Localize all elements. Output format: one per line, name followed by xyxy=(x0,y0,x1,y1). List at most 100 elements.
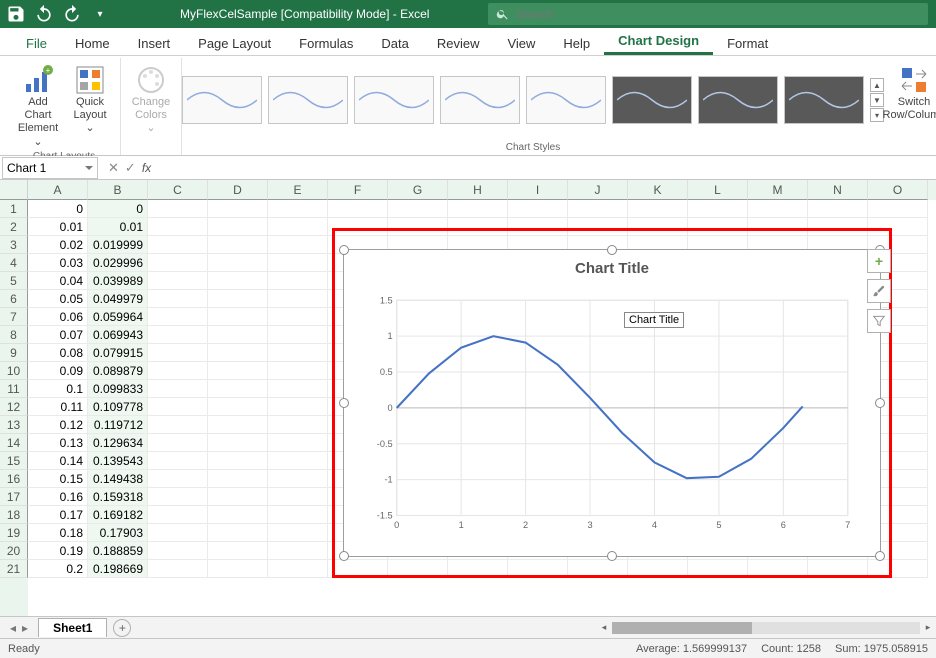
column-header-n[interactable]: N xyxy=(808,180,868,200)
column-header-f[interactable]: F xyxy=(328,180,388,200)
name-box[interactable]: Chart 1 xyxy=(2,157,98,179)
row-header-5[interactable]: 5 xyxy=(0,272,28,290)
cell-b12[interactable]: 0.109778 xyxy=(88,398,148,416)
tab-page-layout[interactable]: Page Layout xyxy=(184,30,285,55)
row-header-6[interactable]: 6 xyxy=(0,290,28,308)
cell-b6[interactable]: 0.049979 xyxy=(88,290,148,308)
row-header-2[interactable]: 2 xyxy=(0,218,28,236)
chart-style-2[interactable] xyxy=(268,76,348,124)
column-header-m[interactable]: M xyxy=(748,180,808,200)
chart-plot[interactable]: 1.510.50-0.5-1-1.501234567 xyxy=(364,290,860,536)
column-header-d[interactable]: D xyxy=(208,180,268,200)
cell-b10[interactable]: 0.089879 xyxy=(88,362,148,380)
sheet-tab-1[interactable]: Sheet1 xyxy=(38,618,107,637)
column-header-k[interactable]: K xyxy=(628,180,688,200)
tab-format[interactable]: Format xyxy=(713,30,782,55)
tab-chart-design[interactable]: Chart Design xyxy=(604,27,713,55)
chart-elements-icon[interactable]: + xyxy=(867,249,891,273)
tab-insert[interactable]: Insert xyxy=(124,30,185,55)
column-header-c[interactable]: C xyxy=(148,180,208,200)
cell-a3[interactable]: 0.02 xyxy=(28,236,88,254)
tab-help[interactable]: Help xyxy=(549,30,604,55)
search-box[interactable] xyxy=(488,3,928,25)
cell-a13[interactable]: 0.12 xyxy=(28,416,88,434)
sheet-nav-prev[interactable]: ◂ xyxy=(10,621,16,635)
cell-a12[interactable]: 0.11 xyxy=(28,398,88,416)
chart-style-8[interactable] xyxy=(784,76,864,124)
row-header-3[interactable]: 3 xyxy=(0,236,28,254)
cell-b1[interactable]: 0 xyxy=(88,200,148,218)
cell-b5[interactable]: 0.039989 xyxy=(88,272,148,290)
row-header-13[interactable]: 13 xyxy=(0,416,28,434)
cell-a9[interactable]: 0.08 xyxy=(28,344,88,362)
search-input[interactable] xyxy=(515,7,920,21)
cell-a11[interactable]: 0.1 xyxy=(28,380,88,398)
cell-a20[interactable]: 0.19 xyxy=(28,542,88,560)
cell-b13[interactable]: 0.119712 xyxy=(88,416,148,434)
tab-home[interactable]: Home xyxy=(61,30,124,55)
cell-b7[interactable]: 0.059964 xyxy=(88,308,148,326)
chart-style-7[interactable] xyxy=(698,76,778,124)
column-header-a[interactable]: A xyxy=(28,180,88,200)
cell-a18[interactable]: 0.17 xyxy=(28,506,88,524)
cell-b20[interactable]: 0.188859 xyxy=(88,542,148,560)
change-colors-button[interactable]: Change Colors ⌄ xyxy=(127,62,175,138)
row-header-7[interactable]: 7 xyxy=(0,308,28,326)
row-header-9[interactable]: 9 xyxy=(0,344,28,362)
cell-a8[interactable]: 0.07 xyxy=(28,326,88,344)
qat-dropdown-icon[interactable]: ▾ xyxy=(90,4,110,24)
chart-filters-icon[interactable] xyxy=(867,309,891,333)
row-header-18[interactable]: 18 xyxy=(0,506,28,524)
add-chart-element-button[interactable]: + Add Chart Element ⌄ xyxy=(14,62,62,151)
cancel-formula-icon[interactable]: ✕ xyxy=(108,160,119,176)
row-header-19[interactable]: 19 xyxy=(0,524,28,542)
hscroll-left[interactable]: ◂ xyxy=(596,620,612,636)
cell-b3[interactable]: 0.019999 xyxy=(88,236,148,254)
cell-a6[interactable]: 0.05 xyxy=(28,290,88,308)
cell-a14[interactable]: 0.13 xyxy=(28,434,88,452)
cell-b19[interactable]: 0.17903 xyxy=(88,524,148,542)
column-header-g[interactable]: G xyxy=(388,180,448,200)
styles-scroll-up[interactable]: ▲ xyxy=(870,78,884,92)
cell-a4[interactable]: 0.03 xyxy=(28,254,88,272)
fx-icon[interactable]: fx xyxy=(142,161,151,175)
cell-b21[interactable]: 0.198669 xyxy=(88,560,148,578)
row-header-1[interactable]: 1 xyxy=(0,200,28,218)
cell-b9[interactable]: 0.079915 xyxy=(88,344,148,362)
column-header-b[interactable]: B xyxy=(88,180,148,200)
formula-input[interactable] xyxy=(159,157,936,179)
cell-a21[interactable]: 0.2 xyxy=(28,560,88,578)
enter-formula-icon[interactable]: ✓ xyxy=(125,160,136,176)
row-header-20[interactable]: 20 xyxy=(0,542,28,560)
row-header-15[interactable]: 15 xyxy=(0,452,28,470)
quick-layout-button[interactable]: Quick Layout ⌄ xyxy=(66,62,114,138)
column-header-l[interactable]: L xyxy=(688,180,748,200)
sheet-nav-next[interactable]: ▸ xyxy=(22,621,28,635)
tab-data[interactable]: Data xyxy=(367,30,422,55)
tab-formulas[interactable]: Formulas xyxy=(285,30,367,55)
chart-style-5[interactable] xyxy=(526,76,606,124)
cell-b8[interactable]: 0.069943 xyxy=(88,326,148,344)
hscroll-right[interactable]: ▸ xyxy=(920,620,936,636)
cell-a2[interactable]: 0.01 xyxy=(28,218,88,236)
horizontal-scrollbar[interactable]: ◂ ▸ xyxy=(596,620,936,636)
row-header-10[interactable]: 10 xyxy=(0,362,28,380)
cell-a7[interactable]: 0.06 xyxy=(28,308,88,326)
chart-style-6[interactable] xyxy=(612,76,692,124)
chart-style-1[interactable] xyxy=(182,76,262,124)
cell-a10[interactable]: 0.09 xyxy=(28,362,88,380)
cell-b11[interactable]: 0.099833 xyxy=(88,380,148,398)
row-header-16[interactable]: 16 xyxy=(0,470,28,488)
tab-view[interactable]: View xyxy=(493,30,549,55)
cell-a16[interactable]: 0.15 xyxy=(28,470,88,488)
row-header-14[interactable]: 14 xyxy=(0,434,28,452)
tab-file[interactable]: File xyxy=(12,30,61,55)
row-header-12[interactable]: 12 xyxy=(0,398,28,416)
switch-row-column-button[interactable]: Switch Row/Column xyxy=(890,62,936,124)
row-header-8[interactable]: 8 xyxy=(0,326,28,344)
cell-a5[interactable]: 0.04 xyxy=(28,272,88,290)
row-header-21[interactable]: 21 xyxy=(0,560,28,578)
column-header-i[interactable]: I xyxy=(508,180,568,200)
cell-a15[interactable]: 0.14 xyxy=(28,452,88,470)
row-header-11[interactable]: 11 xyxy=(0,380,28,398)
